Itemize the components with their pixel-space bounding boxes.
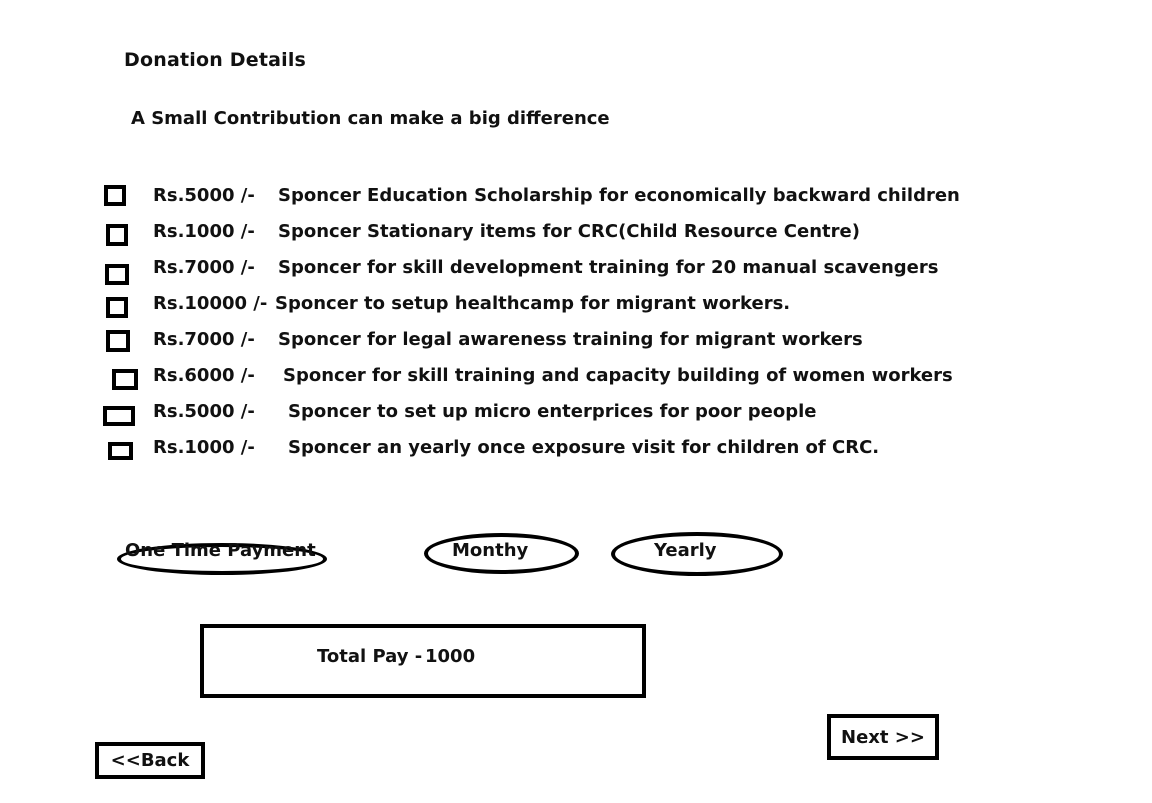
- donation-description: Sponcer to set up micro enterprices for …: [288, 401, 817, 422]
- donation-description: Sponcer Education Scholarship for econom…: [278, 185, 960, 206]
- donation-checkbox[interactable]: [104, 185, 126, 206]
- donation-checkbox[interactable]: [108, 442, 133, 460]
- back-button[interactable]: <<Back: [95, 742, 205, 779]
- donation-checkbox[interactable]: [112, 369, 138, 390]
- donation-checkbox[interactable]: [106, 224, 128, 246]
- payment-option-label: Yearly: [654, 540, 717, 561]
- donation-amount: Rs.10000 /-: [153, 293, 268, 314]
- payment-option-label: Monthy: [452, 540, 529, 561]
- donation-amount: Rs.5000 /-: [153, 401, 255, 422]
- donation-amount: Rs.1000 /-: [153, 437, 255, 458]
- donation-checkbox[interactable]: [106, 297, 128, 318]
- total-pay-box: [200, 624, 646, 698]
- donation-checkbox[interactable]: [103, 406, 135, 426]
- donation-amount: Rs.7000 /-: [153, 329, 255, 350]
- page-title: Donation Details: [124, 49, 307, 71]
- donation-checkbox[interactable]: [106, 330, 130, 352]
- donation-description: Sponcer Stationary items for CRC(Child R…: [278, 221, 860, 242]
- donation-amount: Rs.5000 /-: [153, 185, 255, 206]
- total-pay-label: Total Pay -: [317, 646, 423, 667]
- donation-amount: Rs.7000 /-: [153, 257, 255, 278]
- page-subtitle: A Small Contribution can make a big diff…: [131, 108, 610, 129]
- donation-description: Sponcer an yearly once exposure visit fo…: [288, 437, 880, 458]
- donation-amount: Rs.1000 /-: [153, 221, 255, 242]
- donation-description: Sponcer for legal awareness training for…: [278, 329, 863, 350]
- next-button[interactable]: Next >>: [827, 714, 939, 760]
- total-pay-value: 1000: [425, 646, 476, 667]
- donation-description: Sponcer for skill development training f…: [278, 257, 939, 278]
- donation-description: Sponcer to setup healthcamp for migrant …: [275, 293, 791, 314]
- payment-option-label: One Time Payment: [125, 540, 316, 561]
- donation-checkbox[interactable]: [105, 264, 129, 285]
- donation-amount: Rs.6000 /-: [153, 365, 255, 386]
- donation-description: Sponcer for skill training and capacity …: [283, 365, 953, 386]
